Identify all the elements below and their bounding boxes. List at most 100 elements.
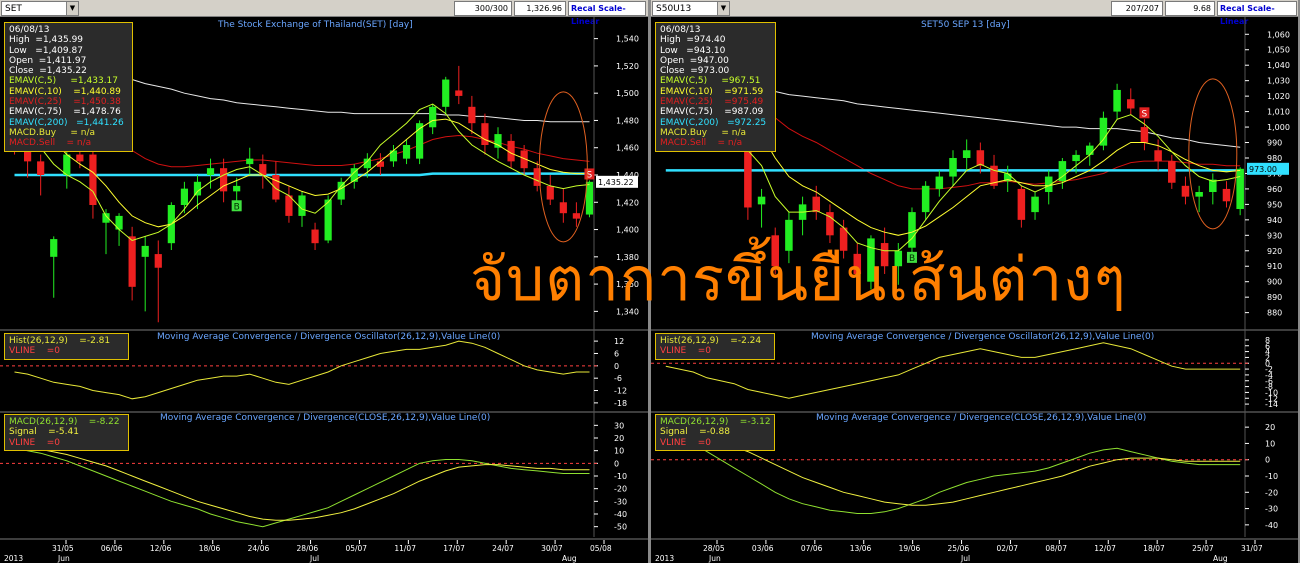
- date-label: 31/07: [1241, 544, 1263, 553]
- candle-body: [89, 154, 97, 205]
- info-line: EMAV(C,75) =987.09: [660, 107, 764, 118]
- bar-count: 207/207: [1111, 1, 1163, 16]
- chevron-down-icon[interactable]: ▼: [66, 2, 78, 15]
- month-label: Jul: [960, 554, 970, 563]
- last-value: 9.68: [1165, 1, 1215, 16]
- candle-body: [546, 185, 554, 200]
- month-label: Aug: [562, 554, 577, 563]
- macd-tick-label: -30: [614, 497, 627, 506]
- info-line: EMAV(C,25) =975.49: [660, 97, 764, 108]
- date-label: 18/07: [1143, 544, 1165, 553]
- info-line: Signal =-0.88: [660, 427, 730, 438]
- price-tick-label: 1,010: [1267, 108, 1290, 117]
- month-label: Jun: [708, 554, 721, 563]
- candle-body: [494, 134, 502, 148]
- macd-tick-label: -30: [1265, 505, 1278, 514]
- date-label: 25/07: [1192, 544, 1214, 553]
- price-tick-label: 1,540: [616, 35, 639, 44]
- candle-body: [455, 90, 463, 96]
- candle-body: [37, 161, 45, 175]
- macd-tick-label: -40: [1265, 521, 1278, 530]
- candle-body: [744, 150, 752, 208]
- date-label: 05/08: [590, 544, 612, 553]
- price-tick-label: 940: [1267, 216, 1282, 225]
- price-tick-label: 1,420: [616, 198, 639, 207]
- candle-body: [1181, 185, 1190, 197]
- info-line: Hist(26,12,9) =-2.81: [9, 336, 111, 346]
- candle-body: [481, 123, 489, 145]
- date-label: 12/07: [1094, 544, 1116, 553]
- date-label: 07/06: [801, 544, 823, 553]
- chevron-down-icon[interactable]: ▼: [717, 2, 729, 15]
- candle-body: [141, 245, 149, 257]
- recal-scale-button[interactable]: Recal Scale-Linear: [568, 1, 646, 26]
- macd-tick-label: 0: [1265, 456, 1270, 465]
- month-label: Aug: [1213, 554, 1228, 563]
- date-label: 25/06: [948, 544, 970, 553]
- price-tick-label: 990: [1267, 139, 1282, 148]
- month-label: 2013: [4, 554, 23, 563]
- price-tick-label: 890: [1267, 293, 1282, 302]
- candle-body: [311, 229, 319, 244]
- bar-count: 300/300: [454, 1, 512, 16]
- candle-body: [206, 168, 215, 175]
- recal-scale-button[interactable]: Recal Scale-Linear: [1217, 1, 1297, 26]
- macd-tick-label: 10: [614, 447, 624, 456]
- macd-tick-label: -50: [614, 523, 627, 532]
- candle-body: [50, 239, 58, 257]
- price-tick-label: 920: [1267, 247, 1282, 256]
- info-line: VLINE =0: [9, 437, 60, 448]
- info-line: Low =1,409.87: [9, 45, 83, 56]
- price-tick-label: 1,480: [616, 116, 639, 125]
- candle-body: [1168, 161, 1176, 183]
- symbol-select[interactable]: SET ▼: [1, 1, 79, 16]
- macd-tick-label: -10: [614, 472, 627, 481]
- date-label: 08/07: [1045, 544, 1067, 553]
- candle-body: [921, 185, 930, 213]
- price-tick-label: 1,520: [616, 62, 639, 71]
- candle-body: [1140, 127, 1149, 143]
- info-line: MACD(26,12,9) =-8.22: [9, 417, 120, 427]
- price-tick-label: 880: [1267, 309, 1282, 318]
- price-tick-label: 1,000: [1267, 123, 1290, 132]
- month-label: 2013: [655, 554, 674, 563]
- toolbar: SET ▼ 300/300 1,326.96 Recal Scale-Linear: [0, 0, 648, 26]
- candle-body: [1236, 168, 1244, 210]
- macd-tick-label: 20: [614, 434, 624, 443]
- price-tick-label: 1,030: [1267, 77, 1290, 86]
- candle-body: [935, 176, 944, 189]
- candle-body: [246, 158, 254, 165]
- candle-body: [1113, 89, 1121, 112]
- candle-body: [1017, 188, 1026, 220]
- candle-body: [1031, 196, 1039, 213]
- info-line: Open =947.00: [660, 55, 729, 66]
- info-line: EMAV(C,5) =967.51: [660, 76, 761, 87]
- candle-body: [324, 199, 332, 241]
- info-line: EMAV(C,200) =1,441.26: [9, 117, 124, 128]
- price-tick-label: 1,040: [1267, 61, 1290, 70]
- hist-info-box: Hist(26,12,9) =-2.24 VLINE =0: [655, 333, 775, 360]
- price-tick-label: 1,460: [616, 144, 639, 153]
- candle-body: [572, 213, 580, 219]
- info-line: Close =1,435.22: [9, 66, 87, 77]
- price-tick-label: 1,050: [1267, 46, 1290, 55]
- date-label: 11/07: [394, 544, 416, 553]
- candle-body: [272, 175, 280, 200]
- macd-tick-label: 30: [614, 421, 624, 430]
- hist-tick-label: 12: [614, 337, 624, 346]
- date-label: 05/07: [345, 544, 367, 553]
- info-line: EMAV(C,10) =971.59: [660, 86, 764, 97]
- candle-body: [1085, 145, 1094, 155]
- candle-body: [402, 145, 411, 159]
- ema200-line: [14, 172, 590, 177]
- info-line: High =1,435.99: [9, 35, 84, 46]
- candle-body: [559, 202, 567, 214]
- candle-body: [962, 150, 971, 158]
- macd-tick-label: -40: [614, 510, 627, 519]
- macd-tick-label: 10: [1265, 439, 1275, 448]
- date-label: 12/06: [150, 544, 172, 553]
- date-label: 17/07: [443, 544, 465, 553]
- info-line: EMAV(C,10) =1,440.89: [9, 86, 121, 97]
- symbol-select[interactable]: S50U13 ▼: [652, 1, 730, 16]
- price-tick-label: 1,060: [1267, 30, 1290, 39]
